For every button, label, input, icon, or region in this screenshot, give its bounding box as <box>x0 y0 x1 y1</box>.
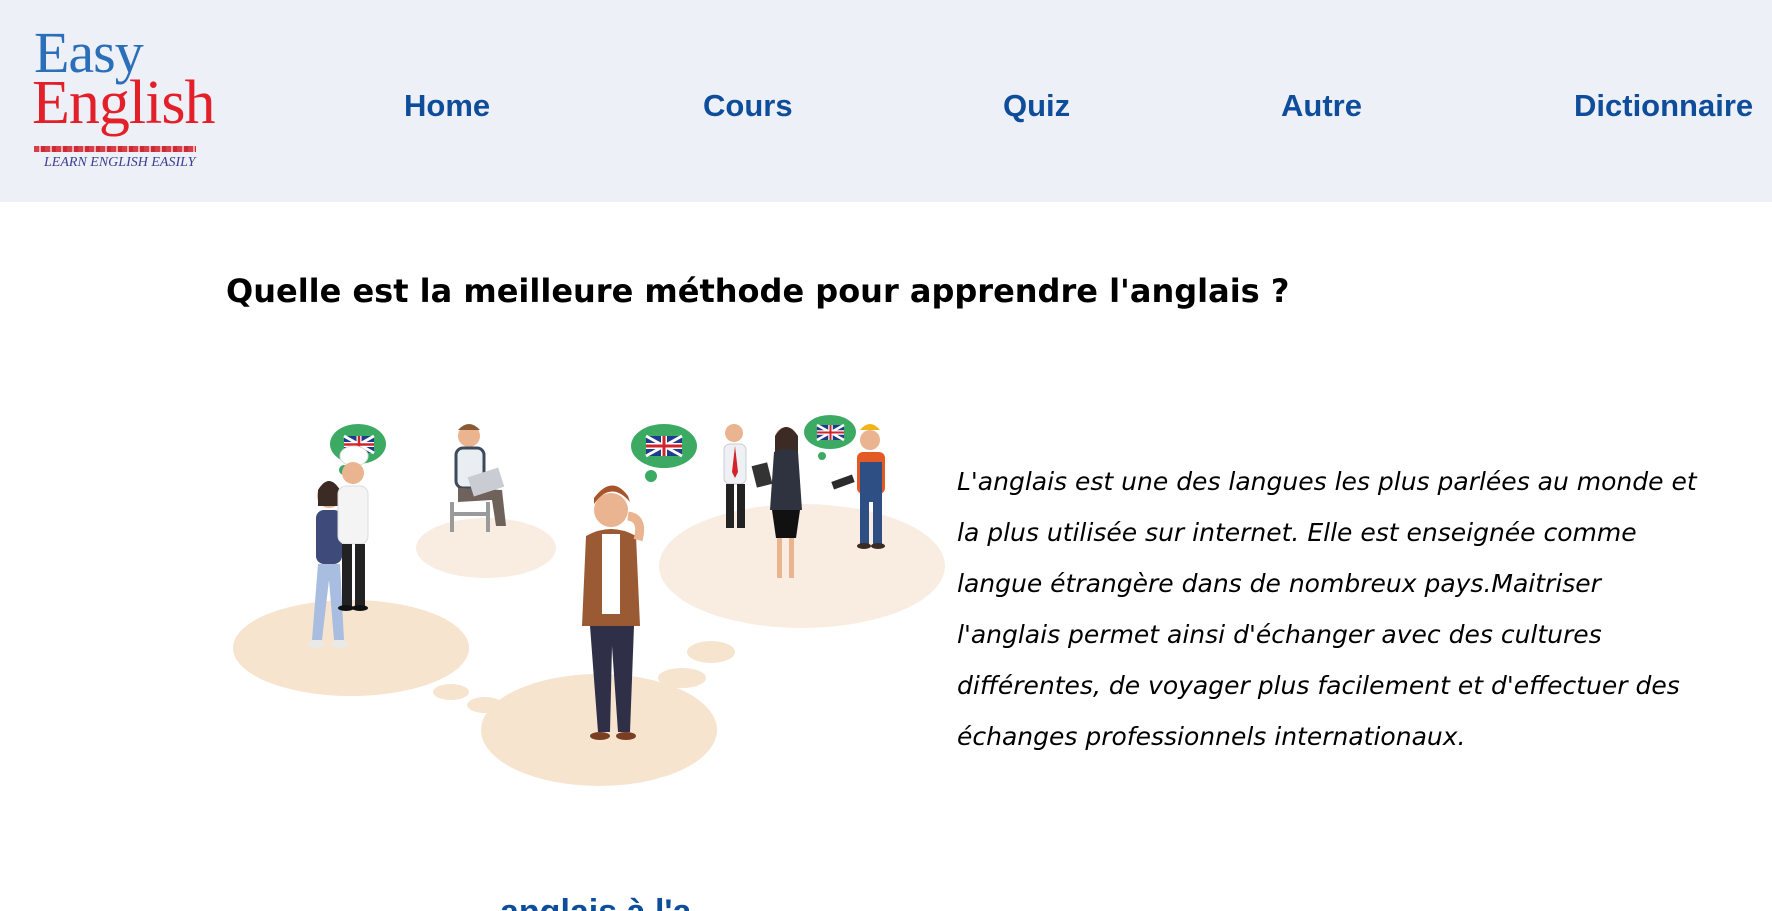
nav-link-autre[interactable]: Autre <box>1281 86 1362 126</box>
flag-bubble-icon <box>804 415 856 460</box>
nav-link-dictionnaire[interactable]: Dictionnaire <box>1574 86 1753 126</box>
nav-link-quiz[interactable]: Quiz <box>1003 86 1070 126</box>
logo-tagline: LEARN ENGLISH EASILY <box>44 155 196 170</box>
page-title: Quelle est la meilleure méthode pour app… <box>226 272 1290 310</box>
nav-link-cours[interactable]: Cours <box>703 86 793 126</box>
logo-text-english: English <box>32 69 215 137</box>
nav-link-home[interactable]: Home <box>404 86 490 126</box>
person-chef-icon <box>337 445 369 611</box>
flag-bubble-icon <box>631 424 697 482</box>
people-illustration <box>233 415 945 786</box>
next-section-heading: anglais à l'a <box>500 892 760 911</box>
site-logo[interactable]: Easy English LEARN ENGLISH EASILY <box>30 24 215 174</box>
intro-paragraph: L'anglais est une des langues les plus p… <box>957 467 1697 751</box>
next-section-heading-text: anglais à l'a <box>500 892 760 911</box>
site-header: Easy English LEARN ENGLISH EASILY Home C… <box>0 0 1772 202</box>
person-laptop-icon <box>450 424 506 532</box>
